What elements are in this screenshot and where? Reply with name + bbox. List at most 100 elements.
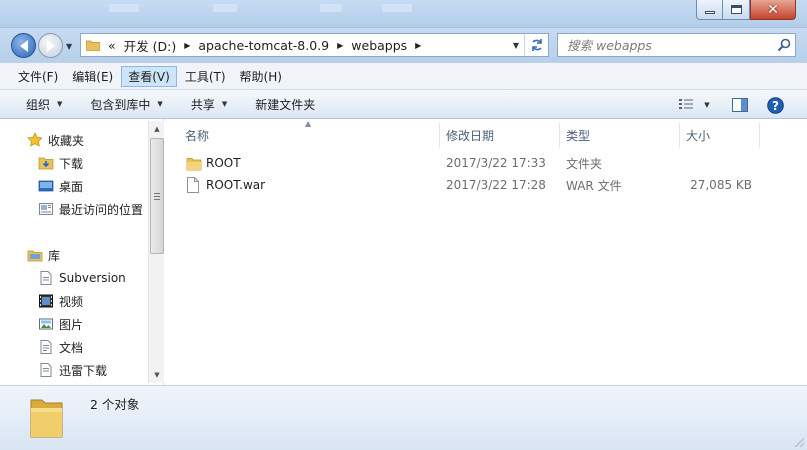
nav-label: 视频 xyxy=(59,294,84,309)
include-in-library-button[interactable]: 包含到库中 ▼ xyxy=(82,93,170,115)
folder-icon xyxy=(186,152,202,174)
column-label: 名称 xyxy=(185,129,210,143)
title-ghost xyxy=(213,4,237,12)
column-header-modified[interactable]: 修改日期 xyxy=(446,123,559,148)
nav-label: 图片 xyxy=(59,317,84,332)
details-pane: 2 个对象 xyxy=(0,385,807,450)
file-row[interactable]: ROOT 2017/3/22 17:33 文件夹 xyxy=(183,152,783,174)
forward-button[interactable] xyxy=(38,33,63,58)
file-size xyxy=(673,152,752,174)
caret-down-icon: ▼ xyxy=(57,100,63,108)
maximize-button[interactable] xyxy=(723,0,750,20)
include-in-library-label: 包含到库中 xyxy=(90,97,151,112)
menu-file[interactable]: 文件(F) xyxy=(12,66,64,87)
column-divider[interactable] xyxy=(439,123,440,148)
caret-down-icon: ▼ xyxy=(221,100,228,108)
file-type: WAR 文件 xyxy=(566,178,622,193)
new-folder-button[interactable]: 新建文件夹 xyxy=(247,93,323,115)
nav-item-videos[interactable]: 视频 xyxy=(38,290,83,312)
file-row[interactable]: ROOT.war 2017/3/22 17:28 WAR 文件 27,085 K… xyxy=(183,174,783,196)
share-label: 共享 xyxy=(190,97,215,112)
caret-down-icon: ▼ xyxy=(157,100,163,108)
search-icon[interactable] xyxy=(773,34,795,56)
chevron-right-icon[interactable]: ▶ xyxy=(180,41,194,50)
preview-pane-button[interactable] xyxy=(729,94,751,116)
column-divider[interactable] xyxy=(559,123,560,148)
nav-label: 桌面 xyxy=(59,179,84,194)
scrollbar-thumb[interactable] xyxy=(150,138,164,254)
minimize-icon xyxy=(704,11,715,14)
file-type: 文件夹 xyxy=(566,156,603,171)
breadcrumb-drive[interactable]: 开发 (D:) xyxy=(120,36,181,55)
grip-icon xyxy=(154,192,160,200)
menu-view[interactable]: 查看(V) xyxy=(121,65,177,87)
scroll-up-icon[interactable]: ▲ xyxy=(149,121,165,137)
menu-help[interactable]: 帮助(H) xyxy=(234,66,288,87)
download-folder-icon xyxy=(38,155,54,171)
column-header-size[interactable]: 大小 xyxy=(686,123,759,148)
help-button[interactable]: ? xyxy=(764,94,786,116)
search-input[interactable] xyxy=(558,34,773,56)
help-icon: ? xyxy=(766,96,784,114)
nav-item-recent-places[interactable]: 最近访问的位置 xyxy=(38,198,143,220)
close-icon: ✕ xyxy=(767,1,779,18)
recent-pages-dropdown[interactable]: ▼ xyxy=(66,42,72,51)
recent-places-icon xyxy=(38,201,54,217)
file-icon xyxy=(186,174,202,196)
nav-label: Subversion xyxy=(59,271,126,285)
share-button[interactable]: 共享 ▼ xyxy=(183,93,235,115)
window-title-bar[interactable]: ✕ xyxy=(0,0,807,28)
address-bar[interactable]: « 开发 (D:) ▶ apache-tomcat-8.0.9 ▶ webapp… xyxy=(80,33,549,57)
nav-favorites[interactable]: 收藏夹 xyxy=(27,129,84,151)
nav-item-documents[interactable]: 文档 xyxy=(38,336,83,358)
column-divider[interactable] xyxy=(759,123,760,148)
new-folder-label: 新建文件夹 xyxy=(255,97,316,112)
document-library-icon xyxy=(38,270,54,286)
document-library-icon xyxy=(38,362,54,378)
nav-item-subversion[interactable]: Subversion xyxy=(38,267,126,289)
breadcrumb-tomcat[interactable]: apache-tomcat-8.0.9 xyxy=(194,38,333,53)
search-box[interactable] xyxy=(557,33,796,57)
command-bar: 组织 ▼ 包含到库中 ▼ 共享 ▼ 新建文件夹 ▼ ? xyxy=(0,89,807,119)
column-divider[interactable] xyxy=(679,123,680,148)
item-count: 2 个对象 xyxy=(90,397,140,412)
nav-label: 库 xyxy=(48,248,61,263)
breadcrumb-webapps[interactable]: webapps xyxy=(347,38,411,53)
nav-scrollbar[interactable]: ▲ ▼ xyxy=(148,121,164,383)
forward-arrow-icon xyxy=(46,39,55,52)
nav-label: 收藏夹 xyxy=(48,133,85,148)
file-modified: 2017/3/22 17:28 xyxy=(446,178,546,192)
resize-grip-icon[interactable] xyxy=(794,437,804,447)
minimize-button[interactable] xyxy=(696,0,723,20)
close-button[interactable]: ✕ xyxy=(750,0,796,20)
change-view-button[interactable]: ▼ xyxy=(674,94,714,116)
address-history-dropdown[interactable]: ▼ xyxy=(508,34,524,56)
breadcrumb-overflow[interactable]: « xyxy=(104,38,120,53)
chevron-right-icon[interactable]: ▶ xyxy=(411,41,425,50)
picture-icon xyxy=(38,316,54,332)
file-name: ROOT.war xyxy=(206,178,266,192)
column-header-type[interactable]: 类型 xyxy=(566,123,679,148)
title-ghost xyxy=(320,4,342,12)
menu-tools[interactable]: 工具(T) xyxy=(179,66,232,87)
organize-button[interactable]: 组织 ▼ xyxy=(18,93,70,115)
column-header-name[interactable]: 名称 xyxy=(185,123,440,148)
nav-libraries[interactable]: 库 xyxy=(27,244,60,266)
nav-label: 最近访问的位置 xyxy=(59,202,144,217)
video-icon xyxy=(38,293,54,309)
nav-item-pictures[interactable]: 图片 xyxy=(38,313,83,335)
scroll-down-icon[interactable]: ▼ xyxy=(149,367,165,383)
folder-icon xyxy=(86,40,100,51)
back-button[interactable] xyxy=(11,33,36,58)
nav-item-thunder-downloads[interactable]: 迅雷下载 xyxy=(38,359,107,381)
navigation-pane: 收藏夹 下载 桌面 最近访问的位置 库 Subversion 视频 图片 文档 … xyxy=(0,119,164,385)
nav-item-desktop[interactable]: 桌面 xyxy=(38,175,83,197)
nav-item-downloads[interactable]: 下载 xyxy=(38,152,83,174)
maximize-icon xyxy=(730,5,742,14)
chevron-right-icon[interactable]: ▶ xyxy=(333,41,347,50)
nav-label: 文档 xyxy=(59,340,84,355)
folder-icon xyxy=(30,399,63,438)
refresh-button[interactable] xyxy=(524,34,548,56)
menu-edit[interactable]: 编辑(E) xyxy=(66,66,119,87)
caret-down-icon: ▼ xyxy=(704,101,710,109)
